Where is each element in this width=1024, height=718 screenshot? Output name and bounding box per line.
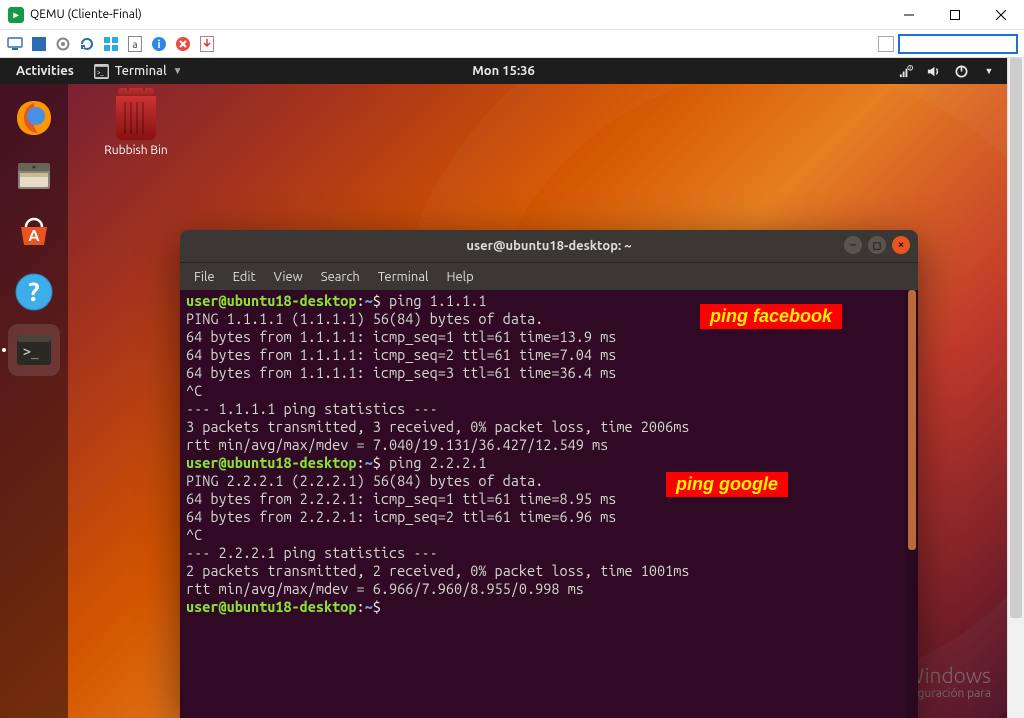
doc-a-icon[interactable]: a [126, 35, 144, 53]
fullscreen-icon[interactable] [30, 35, 48, 53]
menu-edit[interactable]: Edit [233, 270, 256, 284]
toolbar-box[interactable] [878, 36, 894, 52]
dock-files[interactable] [8, 150, 60, 202]
export-icon[interactable] [198, 35, 216, 53]
dock-firefox[interactable] [8, 92, 60, 144]
host-toolbar: a i [0, 30, 1024, 58]
monitor-icon[interactable] [6, 35, 24, 53]
settings-icon[interactable] [54, 35, 72, 53]
svg-text:i: i [157, 39, 160, 51]
network-icon: ? [897, 63, 913, 79]
refresh-icon[interactable] [78, 35, 96, 53]
menu-file[interactable]: File [194, 270, 215, 284]
svg-text:>_: >_ [97, 69, 105, 76]
svg-text:?: ? [28, 277, 39, 306]
panel-tray[interactable]: ? ▼ [897, 63, 997, 79]
terminal-menubar: File Edit View Search Terminal Help [180, 262, 918, 290]
host-maximize-button[interactable] [932, 0, 978, 30]
activities-button[interactable]: Activities [10, 62, 80, 80]
annotation-ping-facebook: ping facebook [700, 304, 842, 329]
app-menu-label: Terminal [115, 64, 167, 78]
terminal-icon: >_ [94, 64, 109, 79]
stop-icon[interactable] [174, 35, 192, 53]
host-window-title: QEMU (Cliente-Final) [30, 8, 142, 21]
gnome-top-panel: Activities >_ Terminal ▼ Mon 15:36 ? ▼ [0, 58, 1007, 84]
panel-clock[interactable]: Mon 15:36 [472, 64, 535, 78]
svg-text:>_: >_ [23, 345, 39, 360]
menu-search[interactable]: Search [321, 270, 360, 284]
host-close-button[interactable] [978, 0, 1024, 30]
info-icon[interactable]: i [150, 35, 168, 53]
host-scrollbar[interactable] [1007, 58, 1024, 718]
rubbish-bin-label: Rubbish Bin [96, 144, 176, 157]
chevron-down-icon: ▼ [981, 63, 997, 79]
terminal-body[interactable]: user@ubuntu18-desktop:~$ ping 1.1.1.1 PI… [180, 290, 918, 718]
dock-terminal[interactable]: >_ [8, 324, 60, 376]
dock-software[interactable]: A [8, 208, 60, 260]
chevron-down-icon: ▼ [173, 65, 183, 77]
app-menu[interactable]: >_ Terminal ▼ [94, 64, 183, 79]
qemu-icon: ▸ [8, 7, 24, 23]
trash-icon [112, 88, 160, 140]
terminal-minimize-button[interactable]: – [844, 236, 862, 254]
svg-text:?: ? [909, 65, 911, 70]
host-titlebar: ▸ QEMU (Cliente-Final) [0, 0, 1024, 30]
windows-icon[interactable] [102, 35, 120, 53]
annotation-ping-google: ping google [666, 472, 788, 497]
terminal-maximize-button[interactable]: ◻ [868, 236, 886, 254]
terminal-scrollbar[interactable] [906, 290, 918, 718]
menu-terminal[interactable]: Terminal [378, 270, 429, 284]
dock: A ? >_ [0, 84, 68, 718]
terminal-title: user@ubuntu18-desktop: ~ [466, 239, 631, 253]
terminal-close-button[interactable]: × [892, 236, 910, 254]
dock-help[interactable]: ? [8, 266, 60, 318]
rubbish-bin[interactable]: Rubbish Bin [96, 88, 176, 157]
toolbar-input[interactable] [898, 34, 1018, 54]
terminal-titlebar[interactable]: user@ubuntu18-desktop: ~ – ◻ × [180, 230, 918, 262]
volume-icon [925, 63, 941, 79]
svg-text:A: A [28, 227, 40, 245]
menu-help[interactable]: Help [446, 270, 473, 284]
host-minimize-button[interactable] [886, 0, 932, 30]
power-icon [953, 63, 969, 79]
guest-screen: Activities >_ Terminal ▼ Mon 15:36 ? ▼ A… [0, 58, 1007, 718]
svg-text:a: a [132, 39, 137, 50]
menu-view[interactable]: View [274, 270, 303, 284]
